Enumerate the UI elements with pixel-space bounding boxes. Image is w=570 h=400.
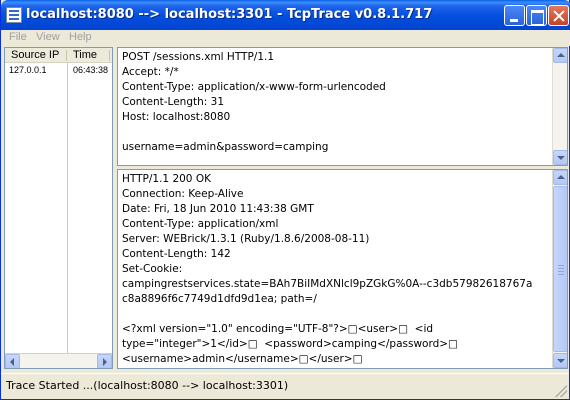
thumb-grip [558, 271, 564, 272]
status-text: Trace Started ...(localhost:8080 --> loc… [6, 379, 289, 392]
menu-bar: File View Help [1, 30, 570, 46]
menu-view[interactable]: View [36, 31, 60, 43]
thumb-grip [558, 274, 564, 275]
connection-list[interactable]: Source IP Time 127.0.0.1 06:43:38 [4, 47, 113, 369]
arrow-down-icon [557, 156, 565, 160]
arrow-right-icon [103, 358, 107, 366]
window-title: localhost:8080 --> localhost:3301 - TcpT… [26, 7, 433, 22]
arrow-up-icon [557, 175, 565, 179]
cell-time: 06:43:38 [73, 65, 109, 75]
scroll-left-button[interactable] [5, 354, 20, 368]
request-text[interactable]: POST /sessions.xml HTTP/1.1 Accept: */* … [122, 50, 552, 155]
scroll-up-button[interactable] [553, 48, 567, 63]
arrow-down-icon [557, 359, 565, 363]
scrollbar-thumb[interactable] [553, 186, 567, 352]
tcptrace-window: localhost:8080 --> localhost:3301 - TcpT… [0, 0, 570, 400]
request-pane[interactable]: POST /sessions.xml HTTP/1.1 Accept: */* … [117, 47, 568, 166]
response-vertical-scrollbar[interactable] [552, 170, 567, 368]
connection-row[interactable]: 127.0.0.1 06:43:38 [5, 64, 112, 77]
request-vertical-scrollbar[interactable] [552, 48, 567, 165]
response-pane[interactable]: HTTP/1.1 200 OK Connection: Keep-Alive D… [117, 169, 568, 369]
scroll-right-button[interactable] [97, 354, 112, 368]
resize-grip-icon[interactable] [555, 385, 567, 397]
column-separator[interactable] [109, 50, 110, 61]
cell-source-ip: 127.0.0.1 [9, 65, 47, 75]
app-icon [6, 7, 22, 23]
response-text[interactable]: HTTP/1.1 200 OK Connection: Keep-Alive D… [122, 172, 552, 367]
arrow-up-icon [557, 53, 565, 57]
list-header: Source IP Time [5, 48, 112, 63]
title-bar[interactable]: localhost:8080 --> localhost:3301 - TcpT… [1, 0, 570, 30]
maximize-button[interactable] [526, 5, 547, 26]
scroll-down-button[interactable] [553, 150, 567, 165]
thumb-grip [558, 265, 564, 266]
arrow-left-icon [10, 358, 14, 366]
status-bar: Trace Started ...(localhost:8080 --> loc… [1, 373, 569, 399]
thumb-grip [558, 268, 564, 269]
menu-help[interactable]: Help [69, 31, 92, 43]
close-button[interactable] [548, 5, 569, 26]
column-separator[interactable] [66, 50, 67, 61]
scroll-up-button[interactable] [553, 170, 567, 185]
scroll-down-button[interactable] [553, 353, 567, 368]
list-horizontal-scrollbar[interactable] [5, 353, 112, 368]
menu-file[interactable]: File [9, 31, 27, 43]
minimize-button[interactable] [504, 5, 525, 26]
column-divider [67, 63, 68, 353]
column-header-time[interactable]: Time [73, 49, 97, 61]
column-header-source-ip[interactable]: Source IP [11, 49, 59, 61]
